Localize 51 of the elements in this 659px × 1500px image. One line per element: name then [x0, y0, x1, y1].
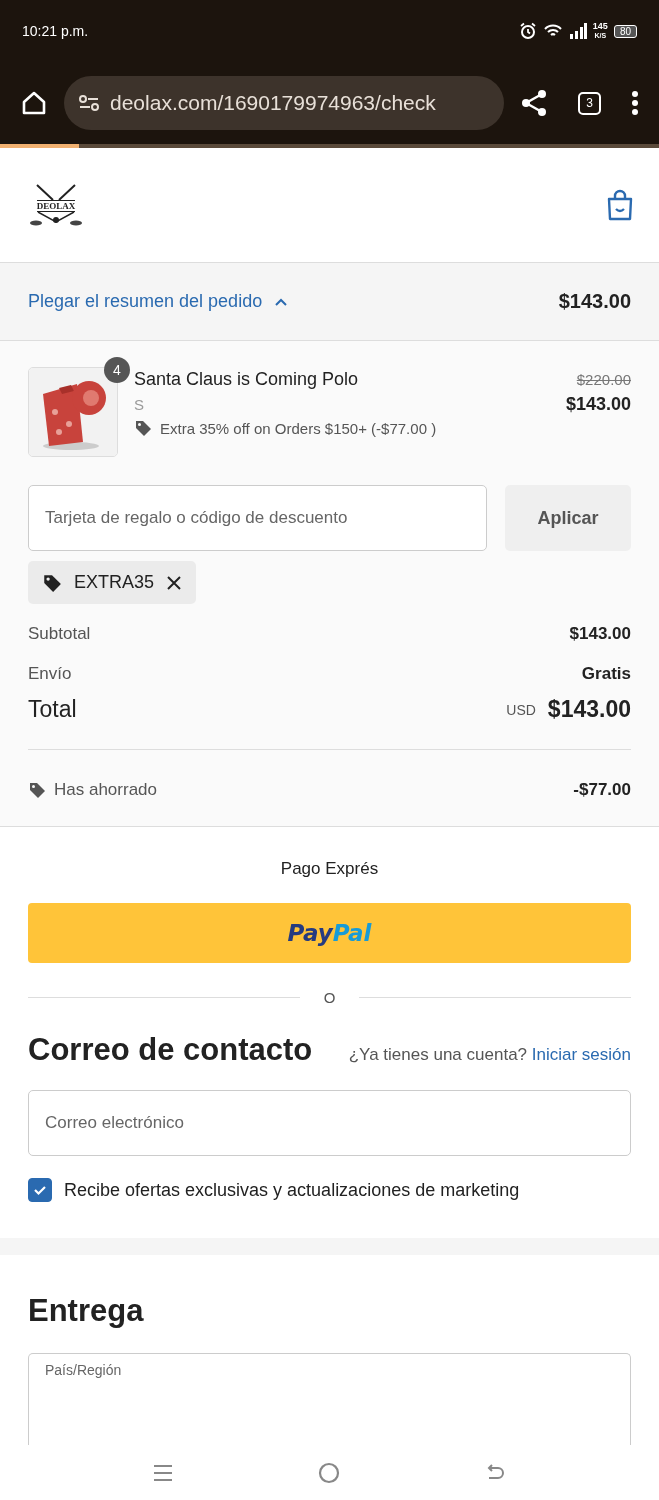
battery-indicator: 80 — [613, 24, 637, 38]
product-variant: S — [134, 396, 145, 413]
summary-value: $143.00 — [569, 624, 631, 644]
login-link[interactable]: Iniciar sesión — [531, 1045, 631, 1064]
share-icon[interactable] — [520, 89, 548, 117]
tag-icon — [28, 781, 46, 799]
section-heading: Correo de contacto — [28, 1032, 313, 1068]
signal-icon — [568, 23, 587, 39]
status-time: 10:21 p.m. — [22, 23, 89, 39]
tag-icon — [42, 572, 62, 593]
apply-button[interactable]: Aplicar — [505, 485, 631, 551]
total-label: Total — [28, 696, 77, 723]
paypal-button[interactable]: PayPal — [28, 903, 631, 963]
discount-code: EXTRA35 — [74, 572, 155, 593]
savings-value: -$77.00 — [573, 780, 631, 800]
divider-text: O — [323, 989, 336, 1006]
tag-icon — [134, 419, 152, 437]
account-prompt: ¿Ya tienes una cuenta? — [348, 1045, 528, 1064]
summary-label: Envío — [28, 664, 72, 684]
checkbox[interactable] — [28, 1178, 52, 1202]
tab-count-button[interactable]: 3 — [578, 91, 601, 115]
home-circle-icon[interactable] — [318, 1461, 341, 1484]
speed-value: 145 — [592, 22, 608, 31]
url-text: deolax.com/1690179974963/check — [110, 91, 436, 115]
address-bar[interactable]: deolax.com/1690179974963/check — [64, 76, 504, 130]
wifi-icon — [542, 23, 563, 39]
summary-value: Gratis — [581, 664, 631, 684]
home-icon[interactable] — [20, 89, 48, 117]
item-price: $143.00 — [565, 394, 631, 415]
total-value: $143.00 — [547, 696, 631, 723]
express-title: Pago Exprés — [279, 859, 380, 879]
marketing-label: Recibe ofertas exclusivas y actualizaciones de marketing — [64, 1179, 520, 1201]
section-heading: Entrega — [28, 1293, 145, 1329]
product-name: Santa Claus is Coming Polo — [134, 369, 360, 390]
discount-code-field[interactable]: Tarjeta de regalo o código de descuento — [28, 485, 487, 551]
savings-label: Has ahorrado — [54, 780, 157, 800]
currency-code: USD — [506, 701, 536, 718]
menu-icon[interactable] — [631, 90, 639, 116]
summary-label: Subtotal — [28, 624, 91, 644]
summary-total: $143.00 — [558, 290, 631, 313]
quantity-badge: 4 — [104, 357, 130, 383]
email-field[interactable]: Correo electrónico — [28, 1090, 631, 1156]
order-summary-toggle[interactable]: Plegar el resumen del pedido — [28, 291, 289, 312]
close-icon[interactable] — [166, 574, 183, 591]
store-logo[interactable]: DEOLAX — [28, 184, 84, 226]
discount-note: Extra 35% off on Orders $150+ (-$77.00 ) — [160, 419, 437, 437]
original-price: $220.00 — [576, 371, 631, 388]
caret-icon — [274, 296, 289, 307]
shopping-bag-icon[interactable] — [606, 189, 634, 221]
alarm-icon — [518, 22, 537, 40]
site-settings-icon[interactable] — [78, 94, 100, 112]
